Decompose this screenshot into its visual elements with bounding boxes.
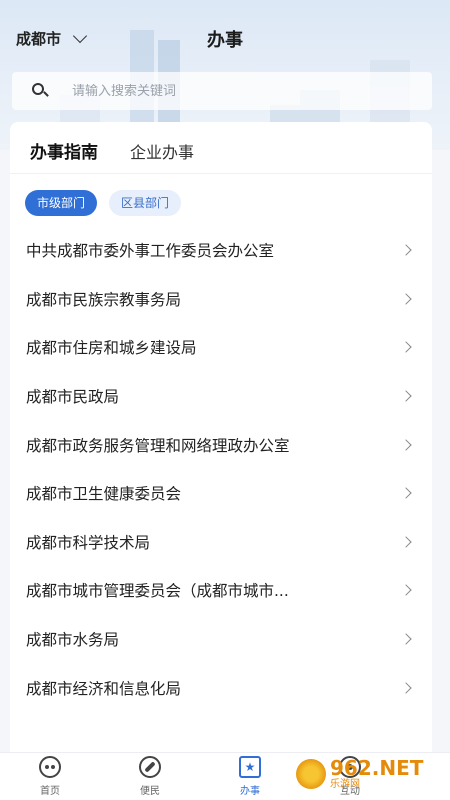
compass-icon xyxy=(139,756,161,778)
department-name: 成都市住房和城乡建设局 xyxy=(26,339,197,358)
radio-icon xyxy=(339,756,361,778)
chevron-right-icon xyxy=(400,341,412,354)
chip-district-level[interactable]: 区县部门 xyxy=(109,190,182,216)
tab-affairs[interactable]: ★ 办事 xyxy=(200,753,300,800)
department-name: 成都市水务局 xyxy=(26,631,120,650)
list-item[interactable]: 成都市卫生健康委员会 xyxy=(10,469,432,518)
chevron-right-icon xyxy=(400,390,412,402)
tab-label: 互动 xyxy=(340,786,360,797)
top-bar: 成都市 办事 xyxy=(0,22,450,58)
list-item[interactable]: 成都市住房和城乡建设局 xyxy=(10,323,432,372)
chevron-right-icon xyxy=(400,681,412,694)
chevron-right-icon xyxy=(400,633,412,645)
department-name: 成都市城市管理委员会（成都市城市... xyxy=(26,582,289,601)
list-item[interactable]: 成都市民政局 xyxy=(10,372,432,421)
panda-icon xyxy=(39,756,61,778)
chevron-right-icon xyxy=(400,487,412,499)
department-name: 成都市科学技术局 xyxy=(26,533,151,552)
tab-guide[interactable]: 办事指南 xyxy=(30,138,98,173)
level-filter: 市级部门 区县部门 xyxy=(10,174,432,216)
department-name: 中共成都市委外事工作委员会办公室 xyxy=(26,242,275,261)
department-name: 成都市卫生健康委员会 xyxy=(26,485,182,504)
chevron-right-icon xyxy=(400,439,412,451)
tab-label: 便民 xyxy=(140,786,160,797)
search-icon xyxy=(32,83,49,99)
department-name: 成都市政务服务管理和网络理政办公室 xyxy=(26,436,290,455)
list-item[interactable]: 成都市政务服务管理和网络理政办公室 xyxy=(10,420,432,469)
list-item[interactable]: 成都市城市管理委员会（成都市城市... xyxy=(10,566,432,615)
chevron-right-icon xyxy=(400,244,412,256)
tab-home[interactable]: 首页 xyxy=(0,753,100,800)
chip-city-level[interactable]: 市级部门 xyxy=(25,190,98,216)
list-item[interactable]: 成都市经济和信息化局 xyxy=(10,663,432,712)
list-item[interactable]: 成都市科学技术局 xyxy=(10,518,432,567)
list-item[interactable]: 中共成都市委外事工作委员会办公室 xyxy=(10,226,432,275)
department-name: 成都市民族宗教事务局 xyxy=(26,290,182,309)
list-item[interactable]: 成都市民族宗教事务局 xyxy=(10,275,432,324)
bottom-tab-bar: 首页 便民 ★ 办事 互动 xyxy=(0,752,450,800)
chevron-right-icon xyxy=(400,584,412,597)
search-bar[interactable] xyxy=(12,72,432,110)
tab-bar: 办事指南 企业办事 xyxy=(10,122,432,174)
tab-label: 首页 xyxy=(40,786,60,797)
search-input[interactable] xyxy=(72,83,392,99)
page-title: 办事 xyxy=(207,30,243,51)
tab-services[interactable]: 便民 xyxy=(100,753,200,800)
tab-enterprise[interactable]: 企业办事 xyxy=(130,139,194,173)
chevron-right-icon xyxy=(400,293,412,305)
list-item[interactable]: 成都市水务局 xyxy=(10,615,432,664)
content-card: 办事指南 企业办事 市级部门 区县部门 中共成都市委外事工作委员会办公室 成都市… xyxy=(10,122,432,752)
department-name: 成都市经济和信息化局 xyxy=(26,679,182,698)
tab-interact[interactable]: 互动 xyxy=(300,753,400,800)
tab-label: 办事 xyxy=(240,786,260,797)
chevron-right-icon xyxy=(400,536,412,548)
department-name: 成都市民政局 xyxy=(26,388,120,407)
star-icon: ★ xyxy=(239,756,261,778)
department-list: 中共成都市委外事工作委员会办公室 成都市民族宗教事务局 成都市住房和城乡建设局 … xyxy=(10,226,432,712)
